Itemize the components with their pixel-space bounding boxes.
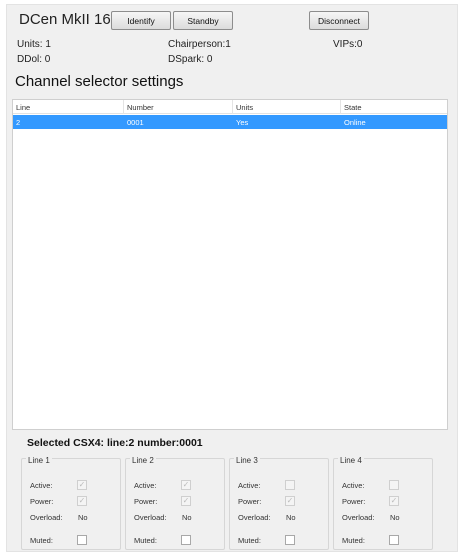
line-2-overload-value: No	[182, 513, 192, 522]
line-2-group: Line 2 Active: ✓ Power: ✓ Overload: No M…	[125, 456, 225, 550]
vips-count: VIPs:0	[333, 39, 363, 50]
line-3-title: Line 3	[234, 456, 260, 465]
muted-label: Muted:	[30, 536, 53, 545]
overload-label: Overload:	[134, 513, 167, 522]
column-header-number[interactable]: Number	[127, 103, 154, 112]
line-4-muted-checkbox[interactable]	[389, 535, 399, 545]
cell-number: 0001	[127, 118, 144, 127]
column-divider	[123, 100, 124, 114]
line-1-title: Line 1	[26, 456, 52, 465]
device-title: DCen MkII 16	[19, 11, 111, 28]
line-3-active-checkbox[interactable]	[285, 480, 295, 490]
table-header: Line Number Units State	[13, 100, 447, 114]
overload-label: Overload:	[238, 513, 271, 522]
line-2-title: Line 2	[130, 456, 156, 465]
line-4-active-checkbox[interactable]	[389, 480, 399, 490]
column-divider	[340, 100, 341, 114]
line-3-power-checkbox[interactable]: ✓	[285, 496, 295, 506]
dspark-count: DSpark: 0	[168, 54, 213, 65]
units-count: Units: 1	[17, 39, 51, 50]
standby-button[interactable]: Standby	[173, 11, 233, 30]
line-4-overload-value: No	[390, 513, 400, 522]
active-label: Active:	[30, 481, 53, 490]
muted-label: Muted:	[134, 536, 157, 545]
line-1-overload-value: No	[78, 513, 88, 522]
line-1-power-checkbox[interactable]: ✓	[77, 496, 87, 506]
line-2-muted-checkbox[interactable]	[181, 535, 191, 545]
active-label: Active:	[238, 481, 261, 490]
line-2-power-checkbox[interactable]: ✓	[181, 496, 191, 506]
chairperson-count: Chairperson:1	[168, 39, 231, 50]
line-1-active-checkbox[interactable]: ✓	[77, 480, 87, 490]
selected-csx4-label: Selected CSX4: line:2 number:0001	[27, 437, 203, 449]
line-4-power-checkbox[interactable]: ✓	[389, 496, 399, 506]
column-header-state[interactable]: State	[344, 103, 362, 112]
overload-label: Overload:	[342, 513, 375, 522]
line-3-group: Line 3 Active: Power: ✓ Overload: No Mut…	[229, 456, 329, 550]
cell-line: 2	[16, 118, 21, 127]
line-1-group: Line 1 Active: ✓ Power: ✓ Overload: No M…	[21, 456, 121, 550]
line-1-muted-checkbox[interactable]	[77, 535, 87, 545]
device-panel: DCen MkII 16 Identify Standby Disconnect…	[6, 4, 458, 552]
power-label: Power:	[30, 497, 54, 506]
line-3-muted-checkbox[interactable]	[285, 535, 295, 545]
column-header-units[interactable]: Units	[236, 103, 253, 112]
table-row[interactable]: 2 0001 Yes Online	[13, 115, 447, 129]
section-title: Channel selector settings	[15, 73, 184, 90]
active-label: Active:	[342, 481, 365, 490]
power-label: Power:	[134, 497, 158, 506]
power-label: Power:	[238, 497, 262, 506]
line-2-active-checkbox[interactable]: ✓	[181, 480, 191, 490]
column-divider	[232, 100, 233, 114]
power-label: Power:	[342, 497, 366, 506]
overload-label: Overload:	[30, 513, 63, 522]
muted-label: Muted:	[238, 536, 261, 545]
line-4-title: Line 4	[338, 456, 364, 465]
active-label: Active:	[134, 481, 157, 490]
line-4-group: Line 4 Active: Power: ✓ Overload: No Mut…	[333, 456, 433, 550]
cell-units: Yes	[236, 118, 249, 127]
muted-label: Muted:	[342, 536, 365, 545]
column-header-line[interactable]: Line	[16, 103, 30, 112]
disconnect-button[interactable]: Disconnect	[309, 11, 369, 30]
channel-selector-table[interactable]: Line Number Units State 2 0001 Yes Onlin…	[12, 99, 448, 430]
cell-state: Online	[344, 118, 366, 127]
line-3-overload-value: No	[286, 513, 296, 522]
identify-button[interactable]: Identify	[111, 11, 171, 30]
ddol-count: DDol: 0	[17, 54, 51, 65]
